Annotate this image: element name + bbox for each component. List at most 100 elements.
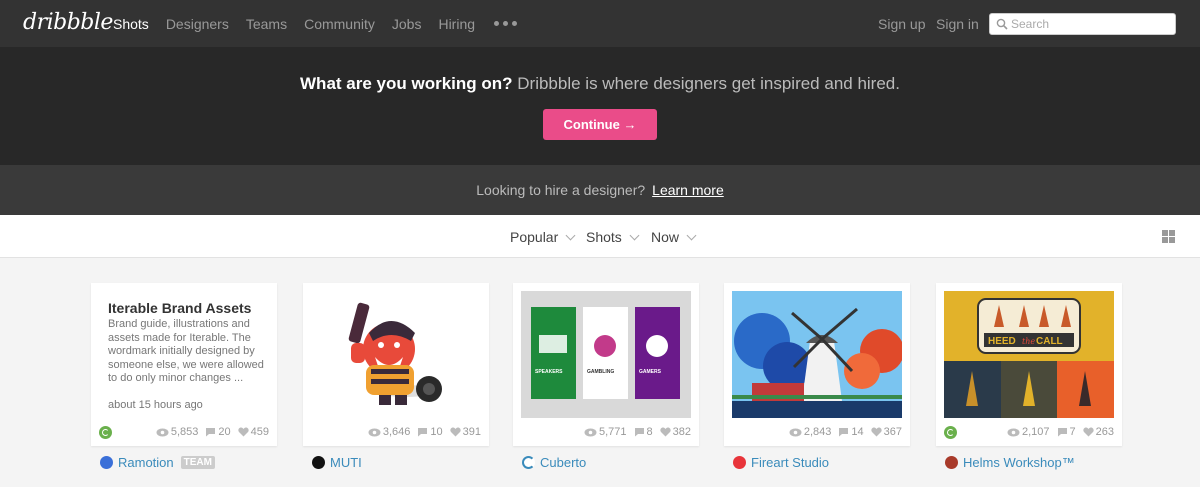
shot-card[interactable]: HEED the CALL 2,107 7 263 [936,283,1122,446]
signin-link[interactable]: Sign in [936,0,979,47]
shot-title[interactable]: Iterable Brand Assets [108,300,251,316]
shot-thumbnail[interactable]: HEED the CALL [944,291,1114,418]
shot-thumbnail[interactable]: SPEAKERS GAMBLING GAMERS [521,291,691,418]
more-icon[interactable] [494,21,518,26]
sort-filter[interactable]: Popular [510,229,576,245]
shot-card[interactable]: Iterable Brand Assets Brand guide, illus… [91,283,277,446]
comments-stat[interactable]: 10 [417,426,443,438]
comments-count: 7 [1069,426,1076,438]
views-stat: 5,853 [156,426,199,438]
nav-hiring[interactable]: Hiring [438,16,475,32]
views-count: 2,107 [1021,426,1050,438]
avatar [733,456,746,469]
shot-stats: 2,843 14 367 [732,424,902,440]
eye-icon [789,428,802,436]
comments-count: 8 [646,426,653,438]
panel-label: GAMERS [639,369,662,375]
owner-name: Fireart Studio [751,455,830,470]
nav-teams[interactable]: Teams [246,16,287,32]
eye-icon [1007,428,1020,436]
nav-designers[interactable]: Designers [166,16,229,32]
team-badge: TEAM [180,456,215,469]
dribbble-logo[interactable]: dribbble [23,10,113,35]
mobile-screens-illustration: SPEAKERS GAMBLING GAMERS [521,291,691,418]
eye-icon [368,428,381,436]
shot-thumbnail[interactable] [732,291,902,418]
sign-text: the [1022,337,1035,346]
main-nav: Shots Designers Teams Community Jobs Hir… [113,0,518,47]
sort-filter-label: Popular [510,229,559,245]
comments-stat[interactable]: 7 [1057,426,1076,438]
search-input[interactable] [1011,15,1171,33]
shot-owner[interactable]: Fireart Studio [733,455,829,470]
filter-bar: Popular Shots Now [0,215,1200,258]
top-nav: dribbble Shots Designers Teams Community… [0,0,1200,47]
panel-label: SPEAKERS [535,369,563,375]
likes-stat[interactable]: 367 [870,426,902,438]
comments-count: 10 [430,426,443,438]
views-stat: 5,771 [584,426,627,438]
shot-stats: 5,771 8 382 [521,424,691,440]
comments-stat[interactable]: 8 [634,426,653,438]
shot-stats: 5,853 20 459 [99,424,269,440]
windmill-illustration [732,291,902,418]
comment-icon [206,428,216,437]
comments-stat[interactable]: 20 [205,426,231,438]
owner-name: Helms Workshop™ [963,455,1075,470]
avatar [945,456,958,469]
hire-text: Looking to hire a designer? [476,182,646,198]
time-filter[interactable]: Now [651,229,697,245]
shot-time: about 15 hours ago [108,399,203,411]
comments-count: 14 [851,426,864,438]
shot-owner[interactable]: MUTI [312,455,362,470]
heart-icon [449,427,461,437]
comment-icon [634,428,644,437]
shot-card[interactable]: SPEAKERS GAMBLING GAMERS 5,771 8 382 [513,283,699,446]
likes-count: 459 [250,426,269,438]
nav-community[interactable]: Community [304,16,375,32]
nav-jobs[interactable]: Jobs [392,16,422,32]
shot-owner[interactable]: Ramotion TEAM [100,455,215,470]
chevron-down-icon [629,230,640,240]
nav-shots[interactable]: Shots [113,16,149,32]
likes-stat[interactable]: 263 [1082,426,1114,438]
signup-link[interactable]: Sign up [878,0,925,47]
type-filter[interactable]: Shots [586,229,640,245]
search-box [989,13,1176,35]
comments-stat[interactable]: 14 [838,426,864,438]
owner-name: Ramotion [118,455,174,470]
shot-owner[interactable]: Helms Workshop™ [945,455,1075,470]
shot-owner[interactable]: Cuberto [522,455,586,470]
likes-count: 382 [672,426,691,438]
likes-count: 391 [462,426,481,438]
views-count: 2,843 [803,426,832,438]
learn-more-link[interactable]: Learn more [652,182,724,198]
avatar [312,456,325,469]
likes-count: 263 [1095,426,1114,438]
eye-icon [156,428,169,436]
likes-stat[interactable]: 391 [449,426,481,438]
continue-button[interactable]: Continue → [543,109,657,140]
likes-stat[interactable]: 382 [659,426,691,438]
shot-thumbnail[interactable] [311,291,481,418]
hero-text: What are you working on? Dribbble is whe… [0,74,1200,94]
warrior-illustration [311,291,481,418]
chevron-down-icon [565,230,576,240]
heart-icon [237,427,249,437]
chevron-down-icon [686,230,697,240]
shot-stats: 3,646 10 391 [311,424,481,440]
time-filter-label: Now [651,229,680,245]
views-count: 3,646 [382,426,411,438]
views-count: 5,853 [170,426,199,438]
grid-view-icon[interactable] [1162,230,1175,243]
likes-stat[interactable]: 459 [237,426,269,438]
views-stat: 3,646 [368,426,411,438]
search-icon [996,18,1008,30]
sign-text: HEED [988,336,1016,347]
shot-card[interactable]: 3,646 10 391 [303,283,489,446]
type-filter-label: Shots [586,229,622,245]
shot-card[interactable]: 2,843 14 367 [724,283,910,446]
hero-tagline: Dribbble is where designers get inspired… [512,74,900,93]
shot-description: Brand guide, illustrations and assets ma… [108,318,264,384]
shot-stats: 2,107 7 263 [944,424,1114,440]
